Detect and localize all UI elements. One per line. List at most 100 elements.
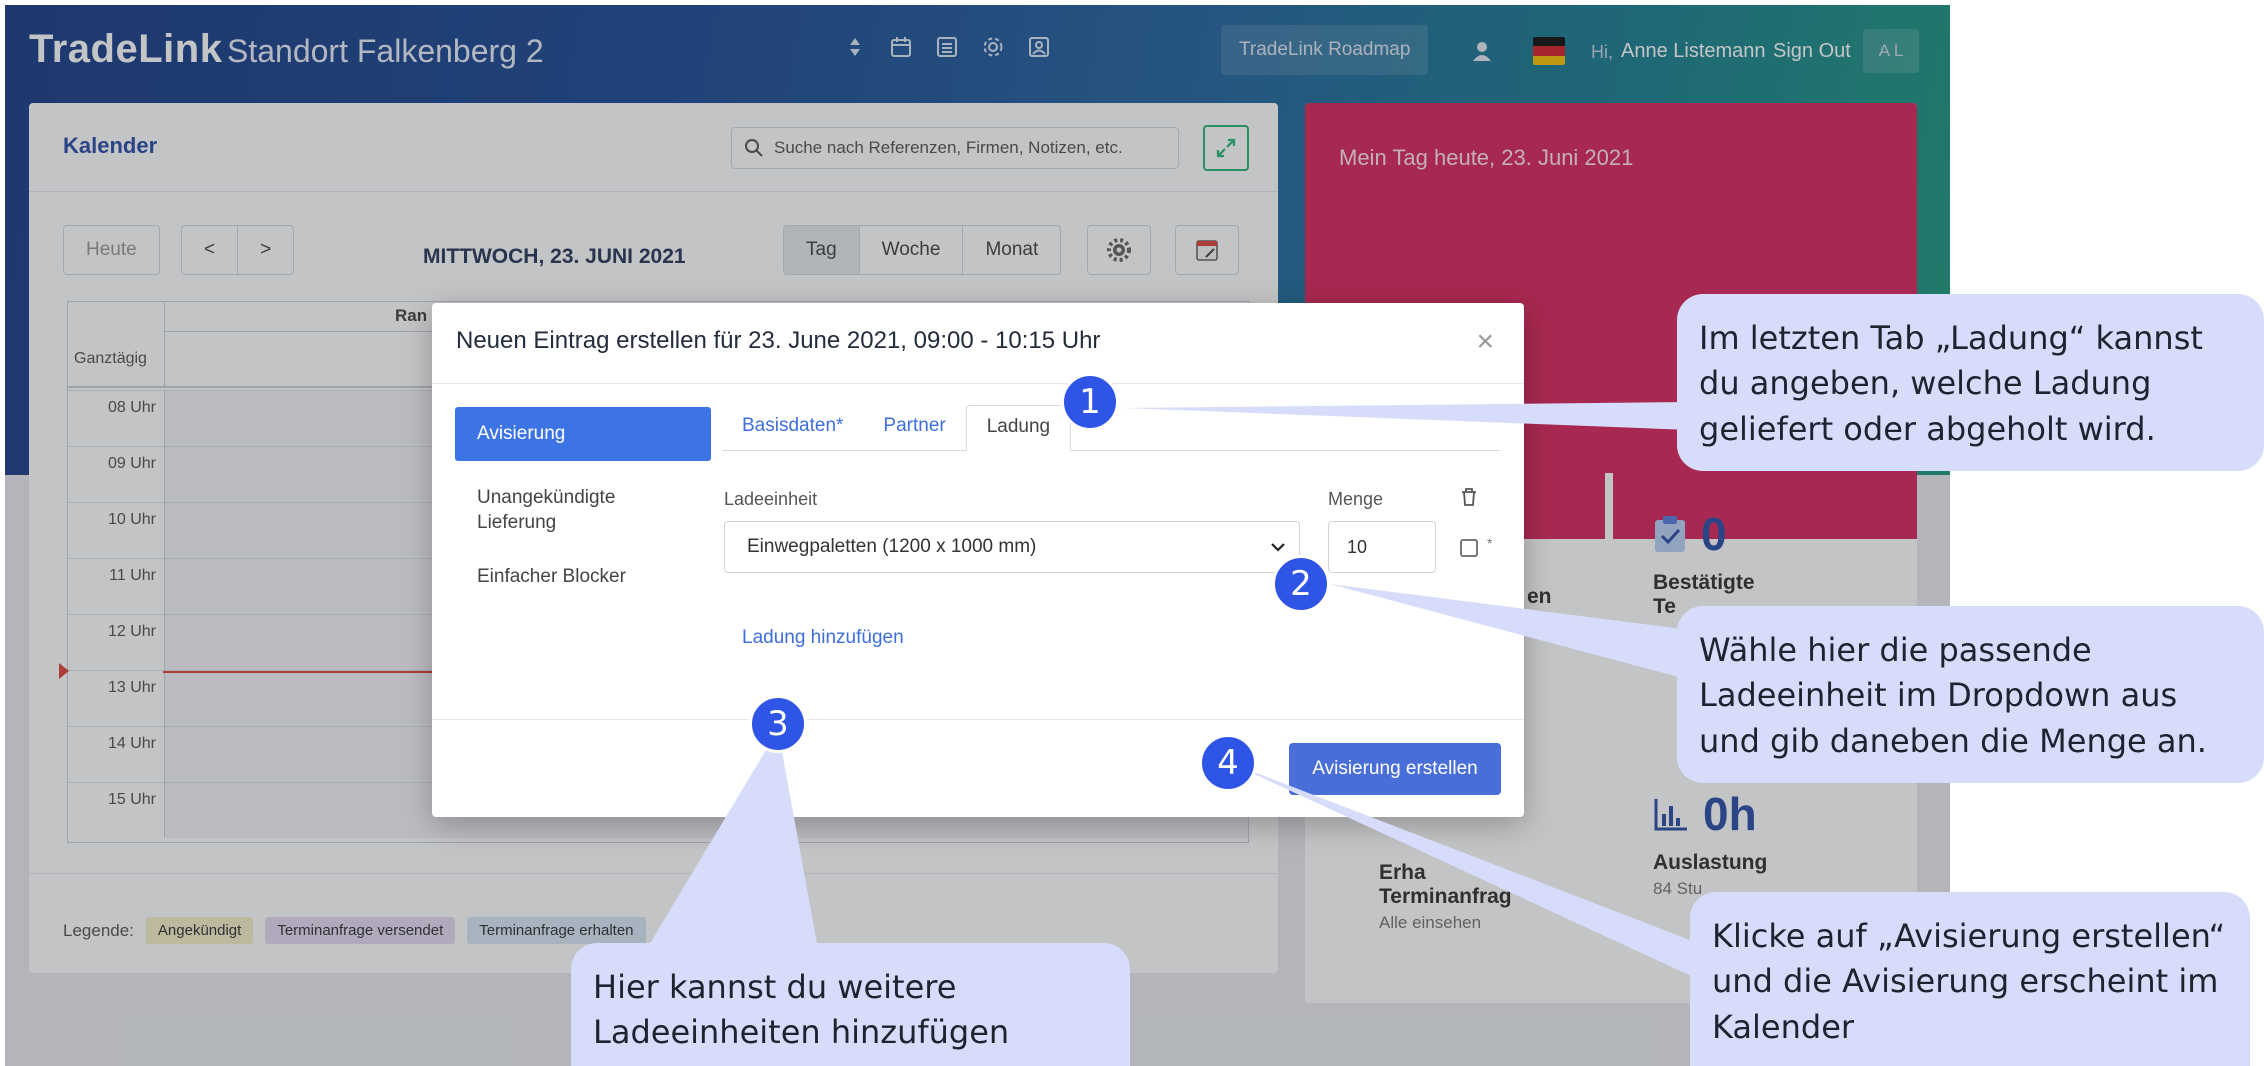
roadmap-button[interactable]: TradeLink Roadmap (1221, 25, 1429, 75)
date-nav-buttons: < > (181, 225, 295, 275)
load-unit-select[interactable]: Einwegpaletten (1200 x 1000 mm) (724, 521, 1300, 573)
signout-link[interactable]: Sign Out (1773, 40, 1851, 63)
entry-type-unangekuendigt[interactable]: Unangekündigte Lieferung (455, 471, 711, 550)
hour-label: 15 Uhr (68, 782, 164, 838)
bar-chart-icon (1654, 799, 1687, 831)
view-switcher: Tag Woche Monat (783, 225, 1062, 275)
stat-label: Erha (1379, 861, 1426, 884)
modal-footer-divider (432, 719, 1524, 720)
calendar-settings-button[interactable] (1087, 225, 1151, 275)
stat-label: Bestätigte (1653, 571, 1755, 594)
header-icon-bar (843, 35, 1051, 59)
tutorial-bubble-3: Hier kannst du weitere Ladeeinheiten hin… (571, 943, 1130, 1066)
step-badge-1: 1 (1061, 373, 1119, 431)
gear-icon (1107, 238, 1131, 262)
qty-label: Menge (1328, 489, 1384, 509)
add-load-link[interactable]: Ladung hinzufügen (742, 627, 904, 649)
step-badge-3: 3 (749, 695, 807, 753)
hour-label: 11 Uhr (68, 558, 164, 614)
calendar-title: Kalender (63, 133, 158, 158)
allday-label: Ganztägig (68, 332, 164, 388)
card-divider (29, 191, 1278, 192)
legend-chip: Angekündigt (145, 917, 254, 944)
load-checkbox[interactable] (1460, 539, 1478, 557)
view-week-button[interactable]: Woche (860, 226, 964, 274)
gear-icon[interactable] (981, 35, 1005, 59)
legend: Legende: Angekündigt Terminanfrage verse… (63, 917, 722, 944)
view-day-button[interactable]: Tag (784, 226, 860, 274)
next-day-button[interactable]: > (238, 226, 293, 274)
sort-icon[interactable] (843, 35, 867, 59)
new-entry-modal: Neuen Eintrag erstellen für 23. June 202… (432, 303, 1524, 817)
search-input[interactable] (774, 138, 1164, 158)
entry-type-avisierung[interactable]: Avisierung (455, 407, 711, 461)
stat-number: 0 (1701, 508, 1727, 560)
view-month-button[interactable]: Monat (963, 226, 1060, 274)
german-flag-icon[interactable] (1533, 37, 1565, 65)
date-heading: MITTWOCH, 23. JUNI 2021 (423, 245, 686, 268)
user-name: Anne Listemann (1621, 40, 1766, 62)
legend-chip: Terminanfrage versendet (265, 917, 456, 944)
prev-day-button[interactable]: < (182, 226, 239, 274)
hour-label: 13 Uhr (68, 670, 164, 726)
tab-ladung[interactable]: Ladung (965, 405, 1072, 451)
entry-type-nav: Avisierung Unangekündigte Lieferung Einf… (455, 407, 711, 604)
search-icon (745, 139, 763, 157)
stat-label: en (1527, 585, 1552, 608)
see-all-link[interactable]: Alle einsehen (1379, 913, 1512, 933)
step-badge-2: 2 (1272, 555, 1330, 613)
hour-label: 09 Uhr (68, 446, 164, 502)
load-unit-value: Einwegpaletten (1200 x 1000 mm) (747, 536, 1037, 557)
close-icon[interactable]: × (1476, 325, 1494, 359)
stat-number: 0h (1703, 788, 1757, 840)
modal-header-divider (432, 383, 1524, 384)
create-avisierung-button[interactable]: Avisierung erstellen (1289, 743, 1501, 795)
stat-utilization-value: 0h (1653, 787, 1767, 841)
stat-confirmed-value: 0 (1653, 507, 1755, 561)
hour-label: 12 Uhr (68, 614, 164, 670)
current-time-marker (59, 663, 69, 679)
avatar[interactable]: A L (1863, 29, 1919, 73)
stat-partial: en (1527, 575, 1552, 609)
entry-type-blocker[interactable]: Einfacher Blocker (455, 550, 711, 604)
site-name: Standort Falkenberg 2 (227, 33, 544, 69)
expand-button[interactable] (1203, 125, 1249, 171)
user-icon[interactable] (1470, 39, 1494, 63)
tutorial-bubble-1: Im letzten Tab „Ladung“ kannst du angebe… (1677, 294, 2264, 471)
chevron-down-icon (1271, 543, 1285, 552)
step-badge-4: 4 (1199, 734, 1257, 792)
calendar-icon[interactable] (889, 35, 913, 59)
stat-label: Auslastung (1653, 851, 1768, 874)
tab-basisdaten[interactable]: Basisdaten* (722, 405, 863, 450)
legend-label: Legende: (63, 920, 134, 940)
clipboard-check-icon (1655, 516, 1685, 552)
my-day-title: Mein Tag heute, 23. Juni 2021 (1339, 145, 1634, 170)
stat-utilization[interactable]: 0h Auslastung 84 Stu (1653, 787, 1767, 899)
tutorial-bubble-2: Wähle hier die passende Ladeeinheit im D… (1677, 606, 2264, 783)
panel-card-gap (1605, 473, 1613, 573)
unit-label: Ladeeinheit (724, 489, 818, 509)
contact-icon[interactable] (1027, 35, 1051, 59)
modal-title: Neuen Eintrag erstellen für 23. June 202… (456, 327, 1101, 354)
stat-label: Terminanfrag (1379, 885, 1512, 908)
calendar-edit-icon (1196, 240, 1218, 261)
stat-confirmed[interactable]: 0 Bestätigte Te (1653, 507, 1755, 619)
today-button[interactable]: Heute (64, 226, 159, 274)
greeting-text: Hi, (1591, 42, 1613, 62)
quantity-input[interactable]: 10 (1328, 521, 1436, 573)
legend-chip: igt (681, 917, 722, 944)
hour-label: 14 Uhr (68, 726, 164, 782)
brand-logo[interactable]: TradeLink (29, 27, 222, 72)
trash-icon[interactable] (1460, 487, 1478, 512)
stat-requests[interactable]: Erha Terminanfrag Alle einsehen (1379, 851, 1512, 933)
calendar-export-button[interactable] (1175, 225, 1239, 275)
tab-partner[interactable]: Partner (863, 405, 965, 450)
tutorial-bubble-4: Klicke auf „Avisierung erstellen“ und di… (1690, 892, 2250, 1066)
list-icon[interactable] (935, 35, 959, 59)
expand-icon (1216, 138, 1236, 158)
hour-label: 10 Uhr (68, 502, 164, 558)
required-star: * (1487, 535, 1493, 551)
today-button-group: Heute (63, 225, 160, 275)
legend-chip: Terminanfrage erhalten (467, 917, 646, 944)
search-box[interactable] (731, 127, 1179, 169)
